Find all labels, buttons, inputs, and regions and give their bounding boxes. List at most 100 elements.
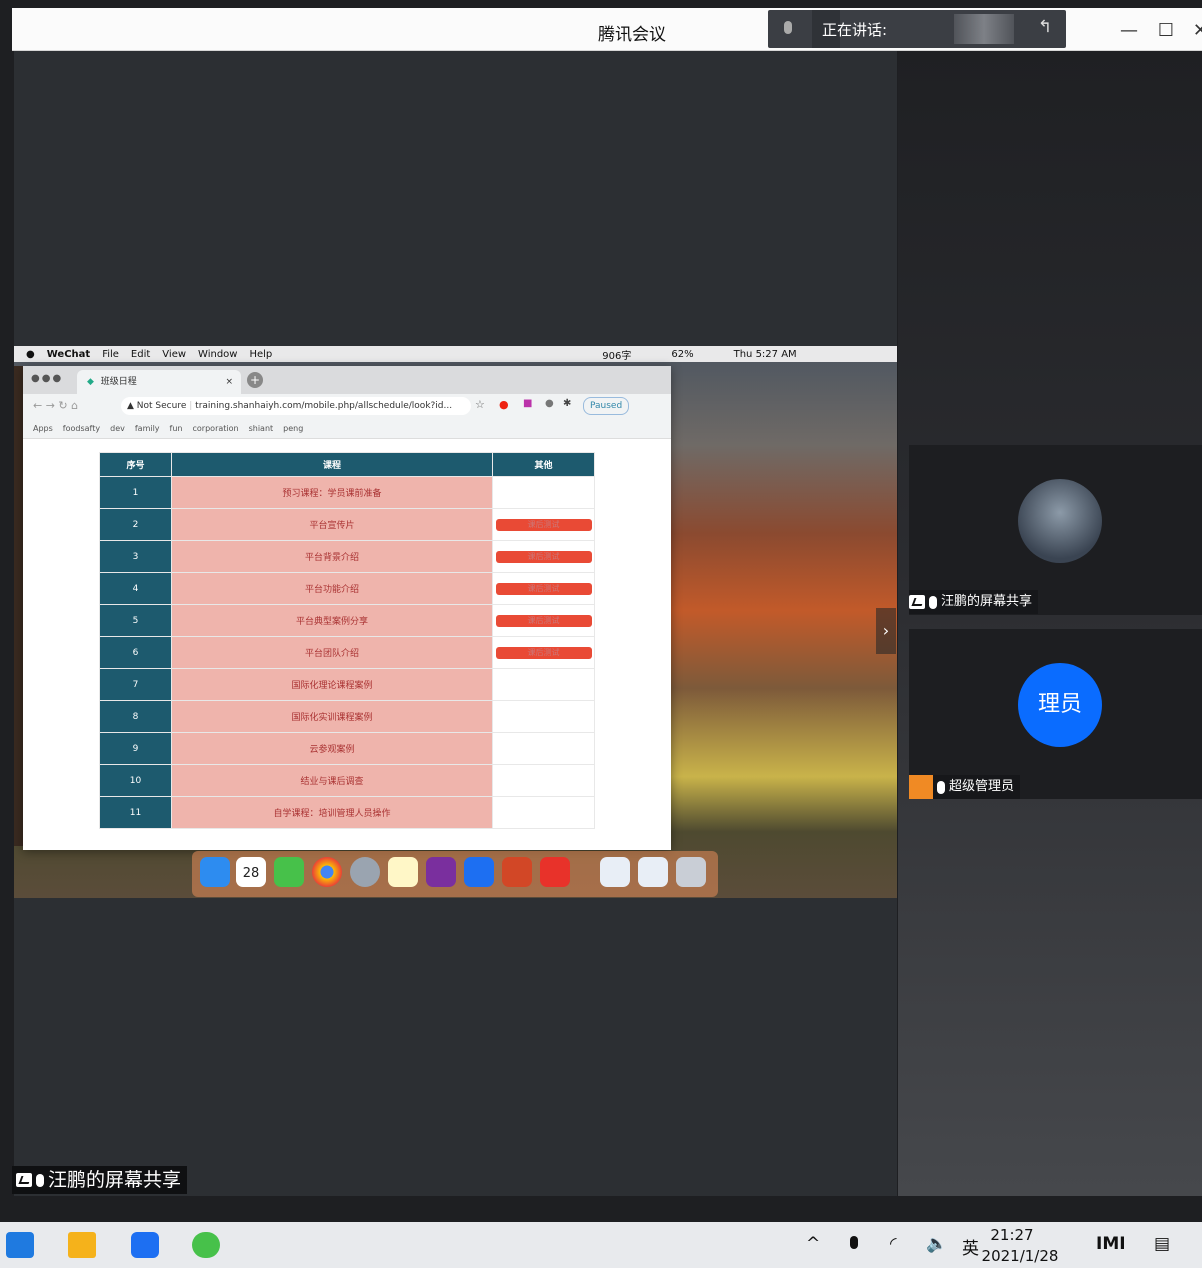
mic-icon[interactable] [784,19,792,38]
other-cell: 课后测试 [492,572,595,605]
omnibox[interactable]: ▲ Not Secure | training.shanhaiyh.com/mo… [121,397,471,415]
tab-title: 班级日程 [100,377,137,387]
table-row: 5 平台典型案例分享 课后测试 [99,604,595,637]
menu-edit[interactable]: Edit [131,349,150,360]
chrome-icon[interactable] [312,857,342,887]
menu-help[interactable]: Help [249,349,272,360]
puzzle-icon[interactable]: ✱ [563,398,571,409]
network-icon[interactable]: ◜ [890,1234,897,1254]
notification-icon[interactable]: ▤ [1154,1234,1170,1254]
row-index: 1 [99,476,172,509]
extension-circle-icon[interactable]: ● [545,398,554,409]
menu-wechat[interactable]: WeChat [47,349,90,360]
course-name[interactable]: 平台功能介绍 [171,572,493,605]
menu-window[interactable]: Window [198,349,237,360]
close-button[interactable]: ✕ [1193,20,1202,41]
course-name[interactable]: 结业与课后调查 [171,764,493,797]
app-tray-icon[interactable]: IMI [1096,1234,1126,1254]
tray-expand-icon[interactable]: ^ [806,1234,820,1254]
mic-icon [929,595,937,609]
tab-bar: ●●● ◆ 班级日程 × + [23,366,671,394]
menu-file[interactable]: File [102,349,119,360]
row-index: 10 [99,764,172,797]
other-cell [492,668,595,701]
volume-icon[interactable]: 🔈 [926,1234,947,1254]
bookmark-family[interactable]: family [135,424,160,433]
other-cell [492,700,595,733]
powerpoint-icon[interactable] [502,857,532,887]
document-2-icon[interactable] [638,857,668,887]
clock-time[interactable]: 21:27 [972,1226,1052,1244]
bookmark-foodsafty[interactable]: foodsafty [63,424,100,433]
nav-arrows-icon[interactable]: ← → ↻ ⌂ [33,399,78,412]
table-row: 7 国际化理论课程案例 [99,668,595,701]
apple-icon[interactable]: ● [26,349,35,360]
launchpad-icon[interactable] [350,857,380,887]
table-row: 4 平台功能介绍 课后测试 [99,572,595,605]
shared-mac-screen: ● WeChat File Edit View Window Help 906字… [14,346,897,898]
bookmark-shiant[interactable]: shiant [249,424,274,433]
row-index: 2 [99,508,172,541]
other-cell: 课后测试 [492,540,595,573]
participant-tile-screen-share[interactable]: 汪鹏的屏幕共享 [909,445,1202,615]
new-tab-button[interactable]: + [247,372,263,388]
course-name[interactable]: 平台宣传片 [171,508,493,541]
paused-badge[interactable]: Paused [583,397,630,415]
minimize-button[interactable]: — [1120,20,1138,41]
menu-view[interactable]: View [162,349,186,360]
battery-percent: 62% [671,348,694,360]
extension-icon[interactable]: ■ [523,398,532,409]
wps-icon[interactable] [540,857,570,887]
tab-close-icon[interactable]: × [225,370,233,394]
bookmark-peng[interactable]: peng [283,424,303,433]
participant-tile-admin[interactable]: 理员 超级管理员 [909,629,1202,799]
file-explorer-icon[interactable] [68,1232,96,1258]
bookmark-apps[interactable]: Apps [33,424,53,433]
test-button[interactable]: 课后测试 [495,518,592,531]
course-name[interactable]: 平台典型案例分享 [171,604,493,637]
calendar-icon[interactable]: 28 [236,857,266,887]
other-cell: 课后测试 [492,604,595,637]
star-icon[interactable]: ☆ [475,398,485,411]
course-name[interactable]: 自学课程：培训管理人员操作 [171,796,493,829]
header-other: 其他 [492,452,595,477]
table-row: 8 国际化实训课程案例 [99,700,595,733]
maximize-button[interactable]: ☐ [1158,20,1174,41]
course-name[interactable]: 国际化理论课程案例 [171,668,493,701]
mail-icon[interactable] [6,1232,34,1258]
bookmark-fun[interactable]: fun [170,424,183,433]
course-name[interactable]: 云参观案例 [171,732,493,765]
trash-icon[interactable] [676,857,706,887]
participant-name: 超级管理员 [949,779,1015,794]
other-cell: 课后测试 [492,508,595,541]
table-row: 9 云参观案例 [99,732,595,765]
url-text: training.shanhaiyh.com/mobile.php/allsch… [195,401,453,411]
meeting-icon[interactable] [464,857,494,887]
test-button[interactable]: 课后测试 [495,582,592,595]
row-index: 6 [99,636,172,669]
browser-tab[interactable]: ◆ 班级日程 × [77,370,241,394]
wechat-icon[interactable] [192,1232,220,1258]
course-name[interactable]: 国际化实训课程案例 [171,700,493,733]
opera-icon[interactable]: ● [499,398,509,411]
document-icon[interactable] [600,857,630,887]
course-name[interactable]: 预习课程：学员课前准备 [171,476,493,509]
test-button[interactable]: 课后测试 [495,646,592,659]
course-name[interactable]: 平台团队介绍 [171,636,493,669]
bookmark-dev[interactable]: dev [110,424,125,433]
next-page-arrow-icon[interactable]: › [876,608,896,654]
onenote-icon[interactable] [426,857,456,887]
test-button[interactable]: 课后测试 [495,550,592,563]
wechat-icon[interactable] [274,857,304,887]
traffic-lights[interactable]: ●●● [31,373,63,384]
notes-icon[interactable] [388,857,418,887]
bookmark-corporation[interactable]: corporation [193,424,239,433]
course-name[interactable]: 平台背景介绍 [171,540,493,573]
microphone-icon[interactable] [850,1234,858,1254]
reply-icon[interactable]: ↰ [1038,17,1052,37]
finder-icon[interactable] [200,857,230,887]
test-button[interactable]: 课后测试 [495,614,592,627]
tencent-meeting-icon[interactable] [131,1232,159,1258]
row-index: 4 [99,572,172,605]
clock-date[interactable]: 2021/1/28 [970,1247,1070,1265]
